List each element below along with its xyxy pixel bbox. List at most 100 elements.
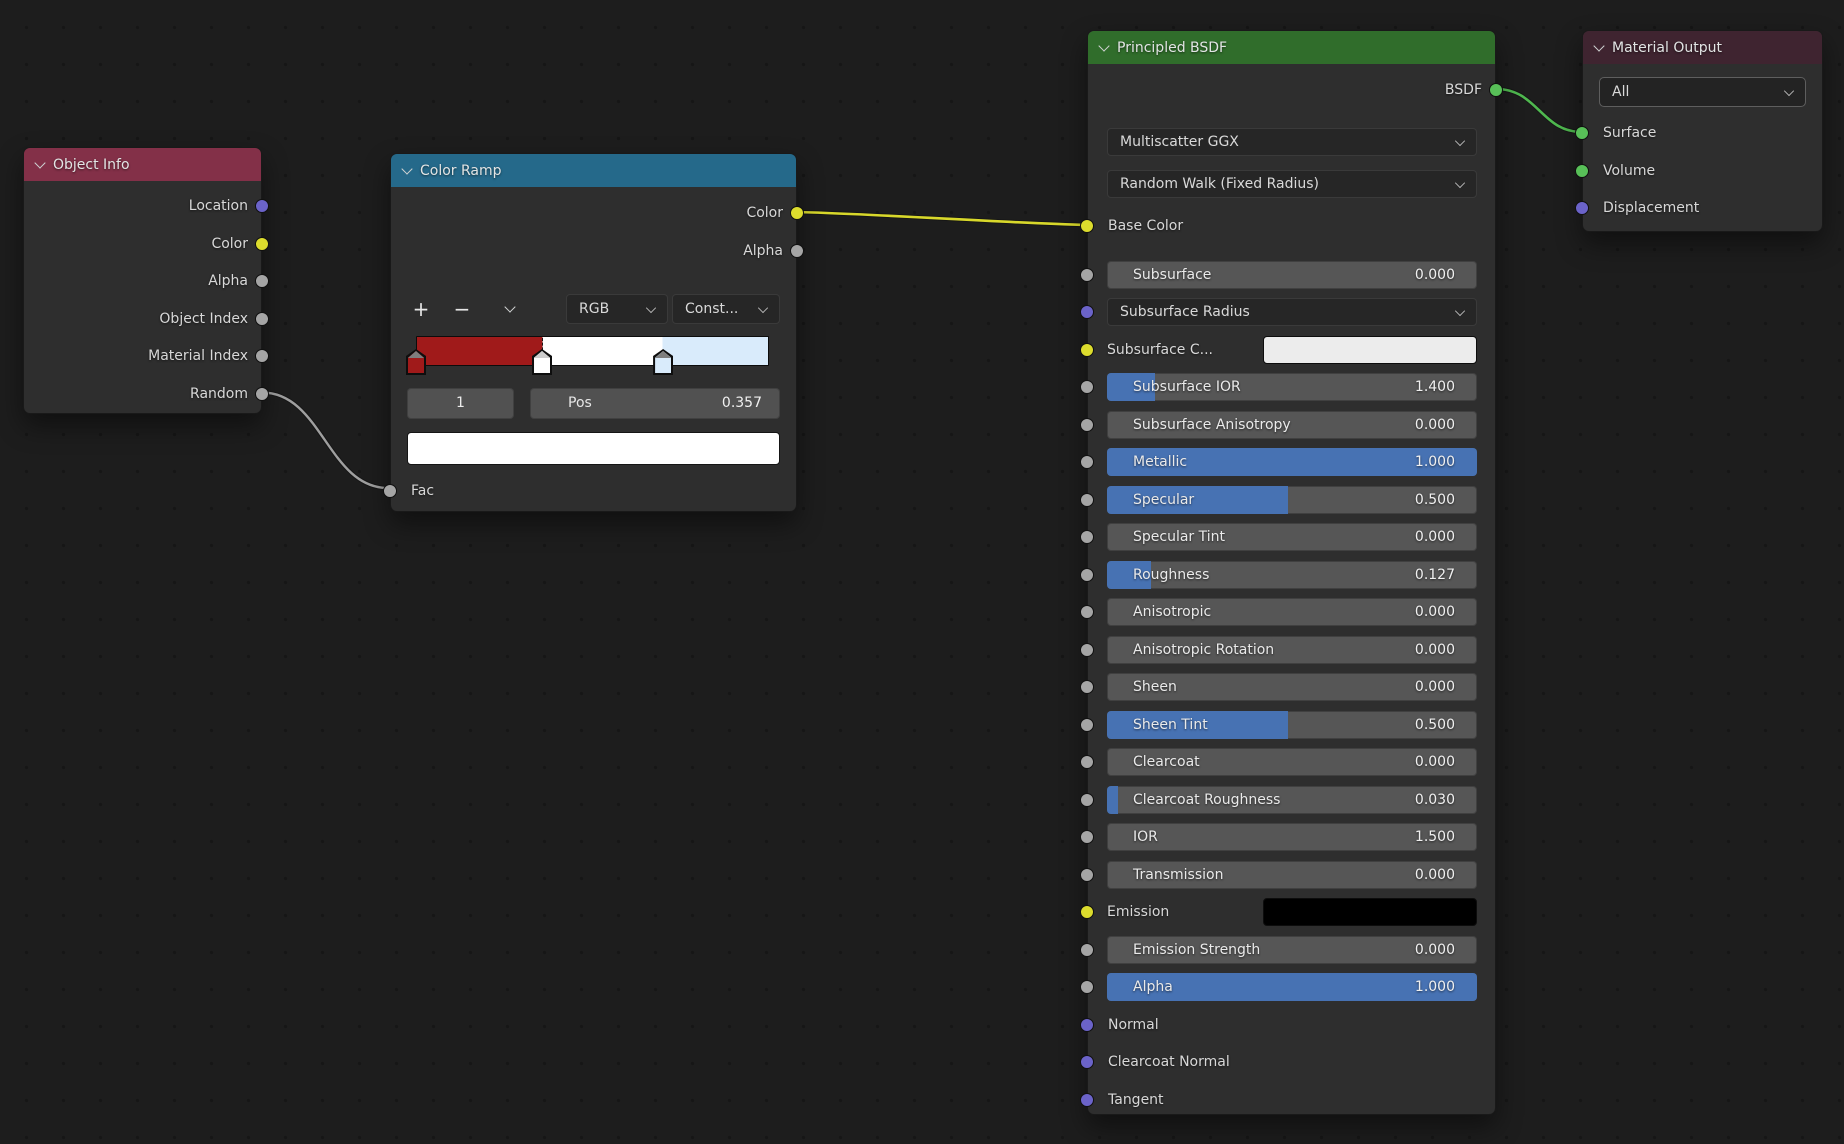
socket-anisotropic-input[interactable] — [1080, 605, 1094, 619]
socket-transmission-input[interactable] — [1080, 868, 1094, 882]
node-color-ramp[interactable]: Color Ramp Color Alpha + − RGB Const... — [390, 153, 797, 512]
socket-clearcoat-roughness-input[interactable] — [1080, 793, 1094, 807]
socket-bsdf-output[interactable] — [1489, 83, 1503, 97]
socket-displacement-input[interactable] — [1575, 201, 1589, 215]
selected-stop-color-swatch[interactable] — [407, 432, 780, 465]
output-label: Object Index — [159, 311, 248, 327]
subsurface-ior-slider[interactable]: Subsurface IOR 1.400 — [1107, 373, 1477, 401]
specular-tint-slider[interactable]: Specular Tint 0.000 — [1107, 523, 1477, 551]
transmission-slider[interactable]: Transmission 0.000 — [1107, 861, 1477, 889]
remove-stop-button[interactable]: − — [448, 295, 476, 323]
socket-normal-input[interactable] — [1080, 1018, 1094, 1032]
socket-roughness-input[interactable] — [1080, 568, 1094, 582]
socket-object-index-output[interactable] — [255, 312, 269, 326]
socket-emission-strength-input[interactable] — [1080, 943, 1094, 957]
socket-subsurface-color-input[interactable] — [1080, 343, 1094, 357]
sheen-slider[interactable]: Sheen 0.000 — [1107, 673, 1477, 701]
input-label: Volume — [1603, 163, 1655, 179]
subsurface-slider[interactable]: Subsurface 0.000 — [1107, 261, 1477, 289]
socket-subsurface-ior-input[interactable] — [1080, 380, 1094, 394]
stop-position-field[interactable]: Pos 0.357 — [530, 388, 780, 419]
socket-base-color-input[interactable] — [1080, 219, 1094, 233]
collapse-chevron-icon[interactable] — [1098, 40, 1109, 51]
socket-metallic-input[interactable] — [1080, 455, 1094, 469]
socket-ramp-color-output[interactable] — [790, 206, 804, 220]
material-output-header[interactable]: Material Output — [1583, 31, 1822, 64]
socket-color-output[interactable] — [255, 237, 269, 251]
socket-ior-input[interactable] — [1080, 830, 1094, 844]
distribution-dropdown[interactable]: Multiscatter GGX — [1107, 128, 1477, 156]
alpha-slider[interactable]: Alpha 1.000 — [1107, 973, 1477, 1001]
node-principled-bsdf[interactable]: Principled BSDF BSDF Multiscatter GGX Ra… — [1087, 30, 1496, 1115]
link-color-basecolor[interactable] — [796, 212, 1087, 225]
object-info-header[interactable]: Object Info — [24, 148, 261, 181]
clearcoat-roughness-slider[interactable]: Clearcoat Roughness 0.030 — [1107, 786, 1477, 814]
emission-color-swatch[interactable] — [1263, 898, 1477, 926]
socket-alpha-input[interactable] — [1080, 980, 1094, 994]
socket-ramp-alpha-output[interactable] — [790, 244, 804, 258]
metallic-slider[interactable]: Metallic 1.000 — [1107, 448, 1477, 476]
subsurface-anisotropy-slider[interactable]: Subsurface Anisotropy 0.000 — [1107, 411, 1477, 439]
node-object-info[interactable]: Object Info Location Color Alpha Object … — [23, 147, 262, 414]
add-stop-button[interactable]: + — [407, 295, 435, 323]
spacer — [391, 187, 796, 199]
subsurface-color-swatch[interactable] — [1263, 336, 1477, 364]
node-editor-canvas: Object Info Location Color Alpha Object … — [0, 0, 1844, 1144]
socket-volume-input[interactable] — [1575, 164, 1589, 178]
socket-fac-input[interactable] — [383, 484, 397, 498]
subsurface-radius-dropdown[interactable]: Subsurface Radius — [1107, 298, 1477, 326]
socket-material-index-output[interactable] — [255, 349, 269, 363]
node-title: Material Output — [1612, 40, 1722, 56]
socket-sheen-input[interactable] — [1080, 680, 1094, 694]
socket-random-output[interactable] — [255, 387, 269, 401]
socket-specular-input[interactable] — [1080, 493, 1094, 507]
subsurface-method-dropdown[interactable]: Random Walk (Fixed Radius) — [1107, 170, 1477, 198]
socket-specular-tint-input[interactable] — [1080, 530, 1094, 544]
specials-menu-button[interactable] — [496, 295, 524, 323]
anisotropic-rotation-slider[interactable]: Anisotropic Rotation 0.000 — [1107, 636, 1477, 664]
socket-clearcoat-input[interactable] — [1080, 755, 1094, 769]
clearcoat-slider[interactable]: Clearcoat 0.000 — [1107, 748, 1477, 776]
socket-surface-input[interactable] — [1575, 126, 1589, 140]
slider-emission-strength: Emission Strength 0.000 — [1088, 936, 1495, 964]
target-dropdown[interactable]: All — [1599, 77, 1806, 107]
link-random-fac[interactable] — [262, 393, 388, 489]
collapse-chevron-icon[interactable] — [34, 157, 45, 168]
ior-slider[interactable]: IOR 1.500 — [1107, 823, 1477, 851]
color-ramp-header[interactable]: Color Ramp — [391, 154, 796, 187]
active-stop-index-field[interactable]: 1 — [407, 388, 514, 419]
socket-subsurface-anisotropy-input[interactable] — [1080, 418, 1094, 432]
node-material-output[interactable]: Material Output All Surface Volume Displ… — [1582, 30, 1823, 232]
socket-subsurface-input[interactable] — [1080, 268, 1094, 282]
link-bsdf-surface[interactable] — [1496, 89, 1582, 132]
socket-anisotropic-rotation-input[interactable] — [1080, 643, 1094, 657]
roughness-slider[interactable]: Roughness 0.127 — [1107, 561, 1477, 589]
socket-location-output[interactable] — [255, 199, 269, 213]
slider-label: IOR — [1133, 823, 1158, 851]
emission-strength-slider[interactable]: Emission Strength 0.000 — [1107, 936, 1477, 964]
slider-anisotropic-rotation: Anisotropic Rotation 0.000 — [1088, 636, 1495, 664]
socket-alpha-output[interactable] — [255, 274, 269, 288]
color-mode-dropdown[interactable]: RGB — [566, 294, 668, 324]
sheen-tint-slider[interactable]: Sheen Tint 0.500 — [1107, 711, 1477, 739]
anisotropic-slider[interactable]: Anisotropic 0.000 — [1107, 598, 1477, 626]
input-row-displacement: Displacement — [1583, 194, 1822, 222]
socket-subsurface-radius-input[interactable] — [1080, 305, 1094, 319]
slider-label: Specular — [1133, 486, 1194, 514]
input-row-base-color: Base Color — [1088, 212, 1495, 240]
node-title: Object Info — [53, 157, 130, 173]
chevron-down-icon — [646, 303, 656, 313]
slider-subsurface-anisotropy: Subsurface Anisotropy 0.000 — [1088, 411, 1495, 439]
socket-emission-input[interactable] — [1080, 905, 1094, 919]
socket-sheen-tint-input[interactable] — [1080, 718, 1094, 732]
colorramp-gradient-bar[interactable] — [416, 336, 769, 366]
principled-header[interactable]: Principled BSDF — [1088, 31, 1495, 64]
interpolation-dropdown[interactable]: Const... — [672, 294, 780, 324]
slider-value: 1.400 — [1415, 373, 1455, 401]
collapse-chevron-icon[interactable] — [1593, 40, 1604, 51]
specular-slider[interactable]: Specular 0.500 — [1107, 486, 1477, 514]
collapse-chevron-icon[interactable] — [401, 163, 412, 174]
input-label: Displacement — [1603, 200, 1699, 216]
socket-clearcoat-normal-input[interactable] — [1080, 1055, 1094, 1069]
socket-tangent-input[interactable] — [1080, 1093, 1094, 1107]
